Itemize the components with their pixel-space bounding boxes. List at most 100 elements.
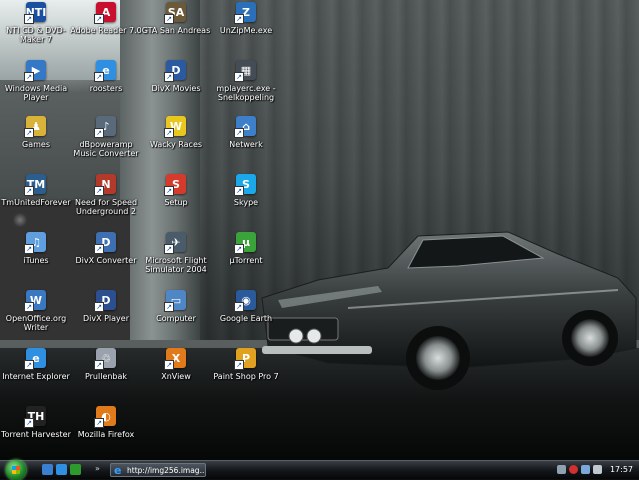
desktop-icon[interactable]: ◉ ↗ Google Earth (210, 290, 282, 323)
shortcut-arrow-icon: ↗ (164, 72, 174, 82)
shortcut-arrow-icon: ↗ (24, 14, 34, 24)
desktop-icon-label: Setup (164, 198, 188, 207)
desktop-icon[interactable]: NTI ↗ NTI CD & DVD-Maker 7 (0, 2, 72, 44)
desktop-icon-label: DivX Movies (151, 84, 201, 93)
flight-simulator-icon: ✈ ↗ (164, 232, 186, 254)
desktop-icon[interactable]: ♫ ↗ iTunes (0, 232, 72, 265)
shortcut-arrow-icon: ↗ (234, 14, 244, 24)
network-tray-icon[interactable] (581, 465, 590, 474)
torrent-harvester-icon: TH ↗ (24, 406, 46, 428)
desktop-background[interactable]: NTI ↗ NTI CD & DVD-Maker 7 A ↗ Adobe Reader 7… (0, 0, 639, 460)
wallpaper-mustang-car (261, 231, 637, 390)
shortcut-arrow-icon: ↗ (24, 128, 34, 138)
media-player-classic-icon: ▦ ↗ (234, 60, 256, 82)
desktop-icon-label: Torrent Harvester (1, 430, 71, 439)
dbpoweramp-icon: ♪ ↗ (94, 116, 116, 138)
divx-movies-icon: D ↗ (164, 60, 186, 82)
internet-explorer-quicklaunch-icon[interactable] (56, 464, 67, 475)
desktop-icon-label: Need for Speed Underground 2 (74, 198, 138, 216)
system-tray: 17:57 (557, 461, 639, 479)
shortcut-arrow-icon: ↗ (24, 360, 34, 370)
desktop-icon-label: UnZipMe.exe (219, 26, 273, 35)
desktop-icon-label: GTA San Andreas (141, 26, 211, 35)
desktop-icon[interactable]: ♲ ↗ Prullenbak (70, 348, 142, 381)
desktop-icon-label: TmUnitedForever (1, 198, 71, 207)
desktop-icon-label: OpenOffice.org Writer (5, 314, 67, 332)
shortcut-arrow-icon: ↗ (164, 14, 174, 24)
shortcut-arrow-icon: ↗ (94, 128, 104, 138)
desktop-icon-label: DivX Converter (75, 256, 137, 265)
desktop-icon[interactable]: D ↗ DivX Movies (140, 60, 212, 93)
shortcut-arrow-icon: ↗ (164, 360, 174, 370)
desktop-icon[interactable]: X ↗ XnView (140, 348, 212, 381)
unzipme-icon: Z ↗ (234, 2, 256, 24)
desktop-icon[interactable]: P ↗ Paint Shop Pro 7 (210, 348, 282, 381)
shortcut-arrow-icon: ↗ (94, 186, 104, 196)
desktop-icon[interactable]: ▦ ↗ mplayerc.exe - Snelkoppeling (210, 60, 282, 102)
desktop-icon[interactable]: D ↗ DivX Player (70, 290, 142, 323)
quicklaunch-overflow-chevron-icon[interactable]: » (95, 464, 100, 473)
shortcut-arrow-icon: ↗ (234, 128, 244, 138)
desktop-icon-label: Paint Shop Pro 7 (213, 372, 279, 381)
desktop-icon-label: Windows Media Player (4, 84, 68, 102)
security-alert-icon[interactable] (569, 465, 578, 474)
desktop-icon[interactable]: A ↗ Adobe Reader 7.0 (70, 2, 142, 35)
desktop-icon[interactable]: ♪ ↗ dBpoweramp Music Converter (70, 116, 142, 158)
taskbar-clock[interactable]: 17:57 (610, 461, 633, 479)
shortcut-arrow-icon: ↗ (24, 244, 34, 254)
shortcut-arrow-icon: ↗ (164, 302, 174, 312)
adobe-reader-icon: A ↗ (94, 2, 116, 24)
desktop-icon[interactable]: ⌂ ↗ Netwerk (210, 116, 282, 149)
desktop-icon-label: Computer (156, 314, 196, 323)
windows-start-orb-icon[interactable] (6, 460, 26, 480)
desktop-icon[interactable]: µ ↗ µTorrent (210, 232, 282, 265)
tray-arrow-icon[interactable] (557, 465, 566, 474)
desktop-icon-label: mplayerc.exe - Snelkoppeling (216, 84, 276, 102)
desktop-icon[interactable]: S ↗ Skype (210, 174, 282, 207)
games-folder-icon: ♟ ↗ (24, 116, 46, 138)
internet-shortcut-icon: e ↗ (94, 60, 116, 82)
desktop-icon[interactable]: W ↗ OpenOffice.org Writer (0, 290, 72, 332)
divx-player-icon: D ↗ (94, 290, 116, 312)
desktop-icon[interactable]: TH ↗ Torrent Harvester (0, 406, 72, 439)
shortcut-arrow-icon: ↗ (164, 244, 174, 254)
desktop-icon[interactable]: SA ↗ GTA San Andreas (140, 2, 212, 35)
shortcut-arrow-icon: ↗ (94, 302, 104, 312)
desktop-icon[interactable]: e ↗ roosters (70, 60, 142, 93)
utorrent-quicklaunch-icon[interactable] (70, 464, 81, 475)
show-desktop-icon[interactable] (42, 464, 53, 475)
shortcut-arrow-icon: ↗ (24, 302, 34, 312)
shortcut-arrow-icon: ↗ (164, 186, 174, 196)
desktop-icon[interactable]: W ↗ Wacky Races (140, 116, 212, 149)
openoffice-writer-icon: W ↗ (24, 290, 46, 312)
desktop-icon[interactable]: D ↗ DivX Converter (70, 232, 142, 265)
shortcut-arrow-icon: ↗ (164, 128, 174, 138)
shortcut-arrow-icon: ↗ (94, 14, 104, 24)
google-earth-icon: ◉ ↗ (234, 290, 256, 312)
desktop-icon[interactable]: ♟ ↗ Games (0, 116, 72, 149)
taskbar-button-internet-explorer[interactable]: http://img256.imag... (110, 463, 206, 477)
desktop-icon[interactable]: S ↗ Setup (140, 174, 212, 207)
volume-icon[interactable] (593, 465, 602, 474)
shortcut-arrow-icon: ↗ (24, 186, 34, 196)
firefox-icon: ◐ ↗ (94, 406, 116, 428)
desktop-icon[interactable]: ▶ ↗ Windows Media Player (0, 60, 72, 102)
network-icon: ⌂ ↗ (234, 116, 256, 138)
desktop-icon-label: dBpoweramp Music Converter (73, 140, 139, 158)
desktop-icon[interactable]: TM ↗ TmUnitedForever (0, 174, 72, 207)
desktop-icon[interactable]: e ↗ Internet Explorer (0, 348, 72, 381)
desktop-icon[interactable]: Z ↗ UnZipMe.exe (210, 2, 282, 35)
shortcut-arrow-icon: ↗ (94, 72, 104, 82)
desktop-icon[interactable]: N ↗ Need for Speed Underground 2 (70, 174, 142, 216)
desktop-icon[interactable]: ▭ ↗ Computer (140, 290, 212, 323)
desktop-icon-label: Internet Explorer (2, 372, 70, 381)
desktop-icon-label: iTunes (23, 256, 49, 265)
nti-cd-maker-icon: NTI ↗ (24, 2, 46, 24)
need-for-speed-icon: N ↗ (94, 174, 116, 196)
desktop-icon-label: µTorrent (229, 256, 263, 265)
desktop-icon-label: roosters (89, 84, 123, 93)
desktop-icon[interactable]: ✈ ↗ Microsoft Flight Simulator 2004 (140, 232, 212, 274)
shortcut-arrow-icon: ↗ (94, 244, 104, 254)
desktop-icon[interactable]: ◐ ↗ Mozilla Firefox (70, 406, 142, 439)
desktop-icon-label: Google Earth (219, 314, 273, 323)
